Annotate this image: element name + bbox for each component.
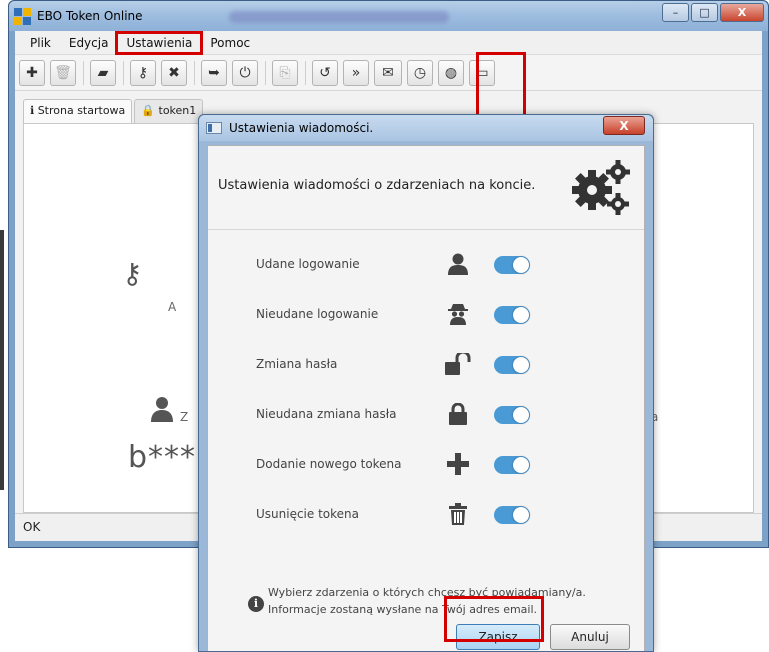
export-button[interactable]: ➥ <box>201 59 227 86</box>
toggle-token-removal[interactable] <box>494 506 530 524</box>
trash-icon: 🗑 <box>54 64 72 81</box>
dialog-heading: Ustawienia wiadomości o zdarzeniach na k… <box>218 178 536 193</box>
option-row: Nieudana zmiana hasła <box>256 400 556 428</box>
dialog-title: Ustawienia wiadomości. <box>229 121 374 135</box>
power-icon: ⏻ <box>239 64 251 81</box>
toolbar: ✚ 🗑 ▰ ⚷ ✖ ➥ ⏻ ⎘ ↺ » ✉ ◷ ◍ ▭ <box>15 55 762 91</box>
lock-icon <box>444 400 472 428</box>
monitor-button[interactable]: ▭ <box>469 59 495 86</box>
close-button[interactable]: X <box>720 3 764 22</box>
info-line-1: Wybierz zdarzenia o których chcesz być p… <box>268 586 586 599</box>
messages-button[interactable]: ✉ <box>374 59 402 86</box>
option-row: Udane logowanie <box>256 250 556 278</box>
option-row: Nieudane logowanie <box>256 300 556 328</box>
unlock-icon <box>444 350 472 378</box>
remove-user-button[interactable]: ✖ <box>161 59 187 86</box>
dialog-title-bar: Ustawienia wiadomości. X <box>199 115 653 141</box>
option-label: Dodanie nowego tokena <box>256 457 402 471</box>
toolbar-separator <box>305 60 306 85</box>
tab-start-page[interactable]: ℹ Strona startowa <box>23 99 133 123</box>
toolbar-separator <box>265 60 266 85</box>
globe-button[interactable]: ◍ <box>438 59 464 86</box>
background-text-z: Z <box>180 410 189 424</box>
clock-button[interactable]: ◷ <box>407 59 433 86</box>
background-text-a: A <box>168 300 177 314</box>
dialog-close-button[interactable]: X <box>603 116 645 135</box>
key-icon: ⚷ <box>137 64 149 81</box>
tab-strip: ℹ Strona startowa 🔒 token1 <box>23 99 205 123</box>
menu-bar: Plik Edycja Ustawienia Pomoc <box>15 30 762 55</box>
menu-plik[interactable]: Plik <box>21 33 60 53</box>
option-row: Dodanie nowego tokena <box>256 450 556 478</box>
option-label: Nieudana zmiana hasła <box>256 407 397 421</box>
toolbar-separator <box>123 60 124 85</box>
trash-icon <box>444 500 472 528</box>
option-label: Nieudane logowanie <box>256 307 379 321</box>
toolbar-separator <box>83 60 84 85</box>
history-button[interactable]: ↺ <box>312 59 338 86</box>
message-settings-dialog: Ustawienia wiadomości. X Ustawienia wiad… <box>198 114 654 652</box>
user-icon <box>444 250 472 278</box>
tab-label: token1 <box>158 104 197 117</box>
tab-token1[interactable]: 🔒 token1 <box>134 99 204 123</box>
history-icon: ↺ <box>319 64 331 81</box>
masked-username: b*** <box>128 440 197 475</box>
plus-icon: ✚ <box>26 64 38 81</box>
export-icon: ➥ <box>208 64 220 81</box>
dialog-header: Ustawienia wiadomości o zdarzeniach na k… <box>208 146 644 230</box>
add-button[interactable]: ✚ <box>19 59 45 86</box>
title-bar: EBO Token Online – □ X <box>9 1 768 31</box>
power-button[interactable]: ⏻ <box>232 59 258 86</box>
book-icon: ▰ <box>97 64 109 81</box>
gears-icon <box>572 160 630 215</box>
maximize-button[interactable]: □ <box>691 3 718 22</box>
dialog-body: Ustawienia wiadomości o zdarzeniach na k… <box>207 145 645 651</box>
toggle-failed-password-change[interactable] <box>494 406 530 424</box>
info-icon: i <box>248 596 264 612</box>
menu-pomoc[interactable]: Pomoc <box>201 33 259 53</box>
copy-icon: ⎘ <box>279 64 291 81</box>
envelope-icon: ✉ <box>382 64 394 81</box>
option-label: Usunięcie tokena <box>256 507 360 521</box>
option-row: Zmiana hasła <box>256 350 556 378</box>
key-button[interactable]: ⚷ <box>130 59 156 86</box>
toggle-password-change[interactable] <box>494 356 530 374</box>
cancel-button[interactable]: Anuluj <box>550 624 630 650</box>
window-title: EBO Token Online <box>37 9 143 23</box>
menu-ustawienia[interactable]: Ustawienia <box>115 30 204 55</box>
toggle-new-token[interactable] <box>494 456 530 474</box>
left-edge-stripe <box>0 230 4 490</box>
key-icon: ⚷ <box>122 257 143 290</box>
globe-icon: ◍ <box>444 64 458 81</box>
more-button[interactable]: » <box>343 59 369 86</box>
option-label: Zmiana hasła <box>256 357 338 371</box>
menu-edycja[interactable]: Edycja <box>60 33 118 53</box>
toolbar-separator <box>194 60 195 85</box>
spy-icon <box>444 300 472 328</box>
copy-button[interactable]: ⎘ <box>272 59 298 86</box>
clock-icon: ◷ <box>413 64 427 81</box>
monitor-icon: ▭ <box>475 64 489 81</box>
plus-icon <box>444 450 472 478</box>
option-row: Usunięcie tokena <box>256 500 556 528</box>
lock-icon: 🔒 <box>141 104 155 117</box>
save-button[interactable]: Zapisz <box>456 624 540 650</box>
info-line-2: Informacje zostaną wysłane na Twój adres… <box>268 603 538 616</box>
more-icon: » <box>351 64 361 81</box>
user-icon <box>150 395 174 430</box>
toggle-failed-login[interactable] <box>494 306 530 324</box>
book-button[interactable]: ▰ <box>90 59 116 86</box>
toggle-successful-login[interactable] <box>494 256 530 274</box>
tab-label: Strona startowa <box>37 104 126 117</box>
window-icon <box>206 122 222 134</box>
info-icon: ℹ <box>30 104 35 117</box>
blurred-region <box>229 11 449 23</box>
app-logo-icon <box>14 8 31 25</box>
remove-user-icon: ✖ <box>168 64 180 81</box>
info-text: Wybierz zdarzenia o których chcesz być p… <box>268 584 638 618</box>
option-label: Udane logowanie <box>256 257 360 271</box>
minimize-button[interactable]: – <box>662 3 689 22</box>
delete-button[interactable]: 🗑 <box>50 59 76 86</box>
